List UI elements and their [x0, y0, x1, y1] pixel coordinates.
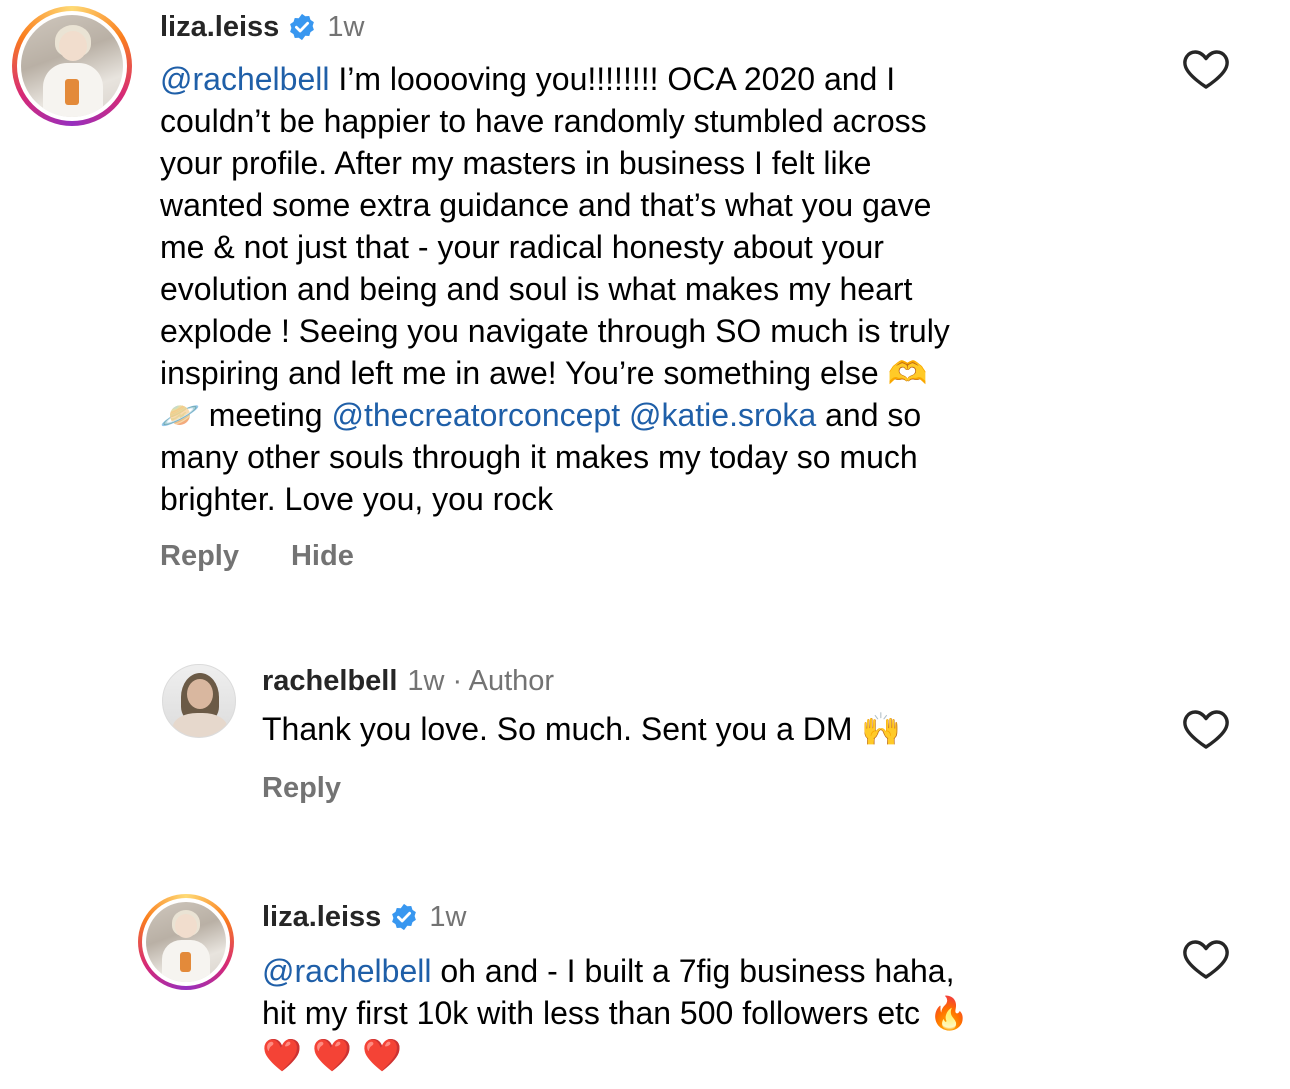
- hide-button[interactable]: Hide: [291, 540, 354, 573]
- planet-emoji: 🪐: [160, 396, 200, 434]
- reply-button[interactable]: Reply: [262, 772, 341, 805]
- comment-timestamp: 1w: [327, 10, 365, 43]
- comment-timestamp: 1w: [407, 664, 445, 697]
- verified-badge-icon: [392, 903, 417, 931]
- avatar: [21, 15, 123, 117]
- author-label: · Author: [452, 664, 555, 697]
- mention-link[interactable]: @thecreatorconcept: [331, 397, 620, 433]
- avatar[interactable]: [162, 664, 236, 738]
- heart-outline-icon[interactable]: [1182, 46, 1230, 90]
- comment-username[interactable]: rachelbell: [262, 665, 397, 698]
- comment-body: @rachelbell I’m looooving you!!!!!!!! OC…: [160, 61, 950, 517]
- comment-username[interactable]: liza.leiss: [160, 11, 279, 44]
- comment-body: Thank you love. So much. Sent you a DM 🙌: [262, 711, 902, 747]
- comment-body: @rachelbell oh and - I built a 7fig busi…: [262, 950, 1162, 1076]
- avatar-story-ring[interactable]: [12, 6, 132, 126]
- heart-outline-icon[interactable]: [1182, 706, 1230, 750]
- mention-link[interactable]: @rachelbell: [160, 61, 329, 97]
- reply-button[interactable]: Reply: [160, 540, 239, 573]
- hearts-emoji: ❤️ ❤️ ❤️: [262, 1036, 402, 1074]
- heart-outline-icon[interactable]: [1182, 936, 1230, 980]
- comment-timestamp: 1w: [429, 900, 467, 933]
- comment-username[interactable]: liza.leiss: [262, 901, 381, 934]
- avatar: [146, 902, 226, 982]
- mention-link[interactable]: @katie.sroka: [629, 397, 816, 433]
- avatar-story-ring[interactable]: [138, 894, 234, 990]
- verified-badge-icon: [290, 13, 315, 41]
- mention-link[interactable]: @rachelbell: [262, 953, 431, 989]
